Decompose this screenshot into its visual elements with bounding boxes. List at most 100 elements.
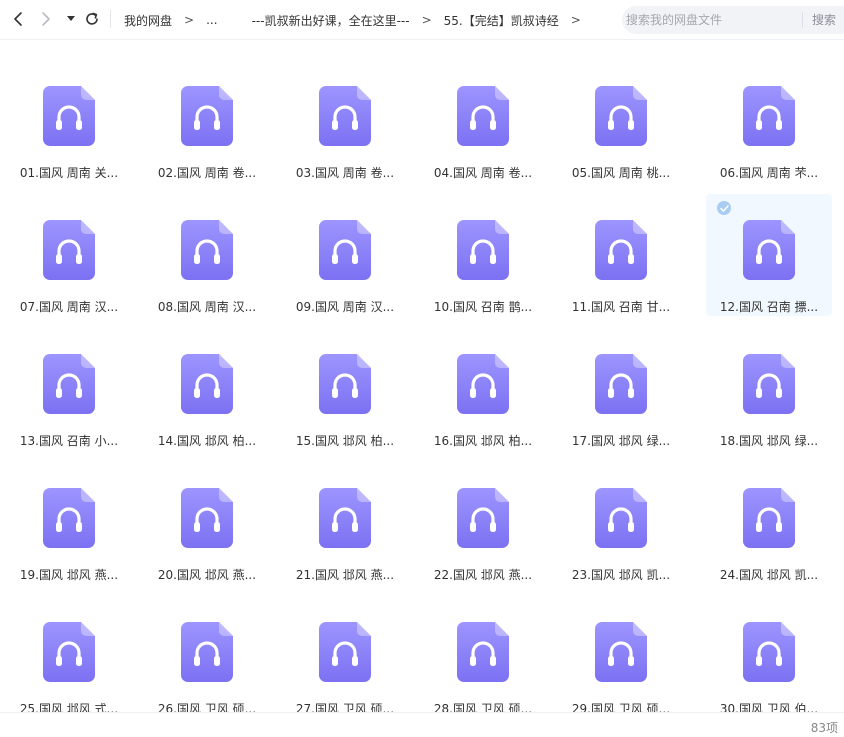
file-item[interactable]: 25.国风 邶风 式...: [6, 596, 132, 718]
file-item[interactable]: 30.国风 卫风 伯...: [706, 596, 832, 718]
audio-file-icon: [181, 220, 233, 280]
audio-file-icon: [743, 488, 795, 548]
breadcrumb-separator[interactable]: >: [571, 13, 581, 27]
file-name: 14.国风 邶风 柏...: [157, 434, 257, 448]
audio-file-icon: [319, 86, 371, 146]
file-item[interactable]: 18.国风 邶风 绿...: [706, 328, 832, 450]
audio-file-icon: [595, 622, 647, 682]
file-item[interactable]: 08.国风 周南 汉...: [144, 194, 270, 316]
audio-file-icon: [181, 354, 233, 414]
audio-file-icon: [457, 86, 509, 146]
breadcrumb-item-folder[interactable]: ---凯叔新出好课，全在这里---: [252, 12, 410, 29]
audio-file-icon: [43, 354, 95, 414]
audio-file-icon: [181, 488, 233, 548]
file-name: 03.国风 周南 卷...: [295, 166, 395, 180]
breadcrumb-item-current[interactable]: 55.【完结】凯叔诗经: [444, 12, 559, 29]
file-name: 18.国风 邶风 绿...: [719, 434, 819, 448]
file-item[interactable]: 02.国风 周南 卷...: [144, 60, 270, 182]
breadcrumb-separator: >: [421, 13, 432, 27]
search-input[interactable]: [626, 6, 796, 34]
breadcrumb-item-root[interactable]: 我的网盘: [124, 12, 172, 29]
file-item[interactable]: 03.国风 周南 卷...: [282, 60, 408, 182]
file-name: 20.国风 邶风 燕...: [157, 568, 257, 582]
file-name: 04.国风 周南 卷...: [433, 166, 533, 180]
audio-file-icon: [181, 622, 233, 682]
audio-file-icon: [319, 354, 371, 414]
file-name: 08.国风 周南 汉...: [157, 300, 257, 314]
file-name: 07.国风 周南 汉...: [19, 300, 119, 314]
top-toolbar: 我的网盘 > ... > ---凯叔新出好课，全在这里--- > 55.【完结】…: [0, 0, 844, 40]
file-name: 02.国风 周南 卷...: [157, 166, 257, 180]
search-divider: [802, 12, 803, 28]
file-item[interactable]: 15.国风 邶风 柏...: [282, 328, 408, 450]
file-name: 09.国风 周南 汉...: [295, 300, 395, 314]
file-item[interactable]: 01.国风 周南 关...: [6, 60, 132, 182]
file-item[interactable]: 11.国风 召南 甘...: [558, 194, 684, 316]
file-item[interactable]: 22.国风 邶风 燕...: [420, 462, 546, 584]
file-item[interactable]: 06.国风 周南 芣...: [706, 60, 832, 182]
file-item[interactable]: 28.国风 卫风 硕...: [420, 596, 546, 718]
search-button[interactable]: 搜索: [812, 6, 836, 34]
file-item[interactable]: 04.国风 周南 卷...: [420, 60, 546, 182]
audio-file-icon: [43, 86, 95, 146]
chevron-left-icon: [13, 11, 23, 27]
audio-file-icon: [595, 86, 647, 146]
refresh-button[interactable]: [82, 8, 102, 30]
audio-file-icon: [457, 488, 509, 548]
audio-file-icon: [743, 354, 795, 414]
file-item[interactable]: 21.国风 邶风 燕...: [282, 462, 408, 584]
file-item[interactable]: 12.国风 召南 摽...: [706, 194, 832, 316]
file-item[interactable]: 20.国风 邶风 燕...: [144, 462, 270, 584]
file-name: 21.国风 邶风 燕...: [295, 568, 395, 582]
file-item[interactable]: 26.国风 卫风 硕...: [144, 596, 270, 718]
file-item[interactable]: 16.国风 邶风 柏...: [420, 328, 546, 450]
audio-file-icon: [595, 354, 647, 414]
refresh-icon: [84, 11, 100, 27]
file-name: 11.国风 召南 甘...: [571, 300, 671, 314]
file-item[interactable]: 09.国风 周南 汉...: [282, 194, 408, 316]
audio-file-icon: [319, 622, 371, 682]
file-item[interactable]: 19.国风 邶风 燕...: [6, 462, 132, 584]
breadcrumb-item-ellipsis[interactable]: ...: [206, 13, 217, 27]
audio-file-icon: [595, 220, 647, 280]
audio-file-icon: [43, 488, 95, 548]
audio-file-icon: [43, 622, 95, 682]
file-name: 22.国风 邶风 燕...: [433, 568, 533, 582]
file-name: 19.国风 邶风 燕...: [19, 568, 119, 582]
file-name: 10.国风 召南 鹊...: [433, 300, 533, 314]
audio-file-icon: [319, 488, 371, 548]
file-item[interactable]: 23.国风 邶风 凯...: [558, 462, 684, 584]
file-item[interactable]: 24.国风 邶风 凯...: [706, 462, 832, 584]
audio-file-icon: [181, 86, 233, 146]
file-item[interactable]: 07.国风 周南 汉...: [6, 194, 132, 316]
file-item[interactable]: 05.国风 周南 桃...: [558, 60, 684, 182]
audio-file-icon: [457, 354, 509, 414]
file-name: 17.国风 邶风 绿...: [571, 434, 671, 448]
audio-file-icon: [743, 220, 795, 280]
search-box: 搜索: [622, 6, 844, 34]
file-item[interactable]: 29.国风 卫风 硕...: [558, 596, 684, 718]
file-item[interactable]: 10.国风 召南 鹊...: [420, 194, 546, 316]
file-item[interactable]: 27.国风 卫风 硕...: [282, 596, 408, 718]
history-dropdown-button[interactable]: [64, 8, 78, 30]
file-name: 24.国风 邶风 凯...: [719, 568, 819, 582]
breadcrumb-separator: >: [184, 13, 195, 27]
back-button[interactable]: [8, 8, 28, 30]
file-name: 06.国风 周南 芣...: [719, 166, 819, 180]
audio-file-icon: [319, 220, 371, 280]
chevron-right-icon: [41, 11, 51, 27]
file-item[interactable]: 13.国风 召南 小...: [6, 328, 132, 450]
breadcrumb: 我的网盘 > ... > ---凯叔新出好课，全在这里--- > 55.【完结】…: [124, 0, 593, 40]
audio-file-icon: [743, 86, 795, 146]
forward-button[interactable]: [36, 8, 56, 30]
check-icon[interactable]: [717, 201, 731, 215]
file-item[interactable]: 14.国风 邶风 柏...: [144, 328, 270, 450]
file-item[interactable]: 17.国风 邶风 绿...: [558, 328, 684, 450]
caret-down-icon: [67, 16, 75, 22]
item-count: 83项: [810, 721, 838, 735]
toolbar-divider: [110, 10, 111, 28]
status-bar: 83项: [0, 712, 844, 737]
file-name: 16.国风 邶风 柏...: [433, 434, 533, 448]
file-name: 15.国风 邶风 柏...: [295, 434, 395, 448]
audio-file-icon: [457, 220, 509, 280]
